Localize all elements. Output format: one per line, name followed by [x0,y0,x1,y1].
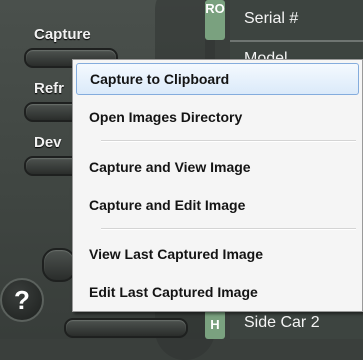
menu-item-view-last-captured-image[interactable]: View Last Captured Image [76,238,359,270]
devices-label: Dev [34,134,62,151]
bottom-button[interactable] [64,318,188,338]
tab-top[interactable]: RO [205,0,225,40]
capture-context-menu: Capture to Clipboard Open Images Directo… [72,59,363,312]
help-button[interactable]: ? [0,278,44,322]
menu-separator [101,140,356,142]
side-car-label: Side Car 2 [244,314,320,331]
serial-field-label: Serial # [244,10,299,27]
info-divider [230,40,363,42]
capture-label: Capture [34,26,91,43]
menu-item-edit-last-captured-image[interactable]: Edit Last Captured Image [76,276,359,308]
menu-separator [101,228,356,230]
round-knob[interactable] [42,248,76,282]
tab-bottom[interactable]: H [205,310,225,339]
menu-item-capture-and-edit-image[interactable]: Capture and Edit Image [76,189,359,221]
menu-item-capture-to-clipboard[interactable]: Capture to Clipboard [76,63,359,95]
menu-item-open-images-directory[interactable]: Open Images Directory [76,101,359,133]
menu-item-capture-and-view-image[interactable]: Capture and View Image [76,151,359,183]
refresh-label: Refr [34,80,65,97]
